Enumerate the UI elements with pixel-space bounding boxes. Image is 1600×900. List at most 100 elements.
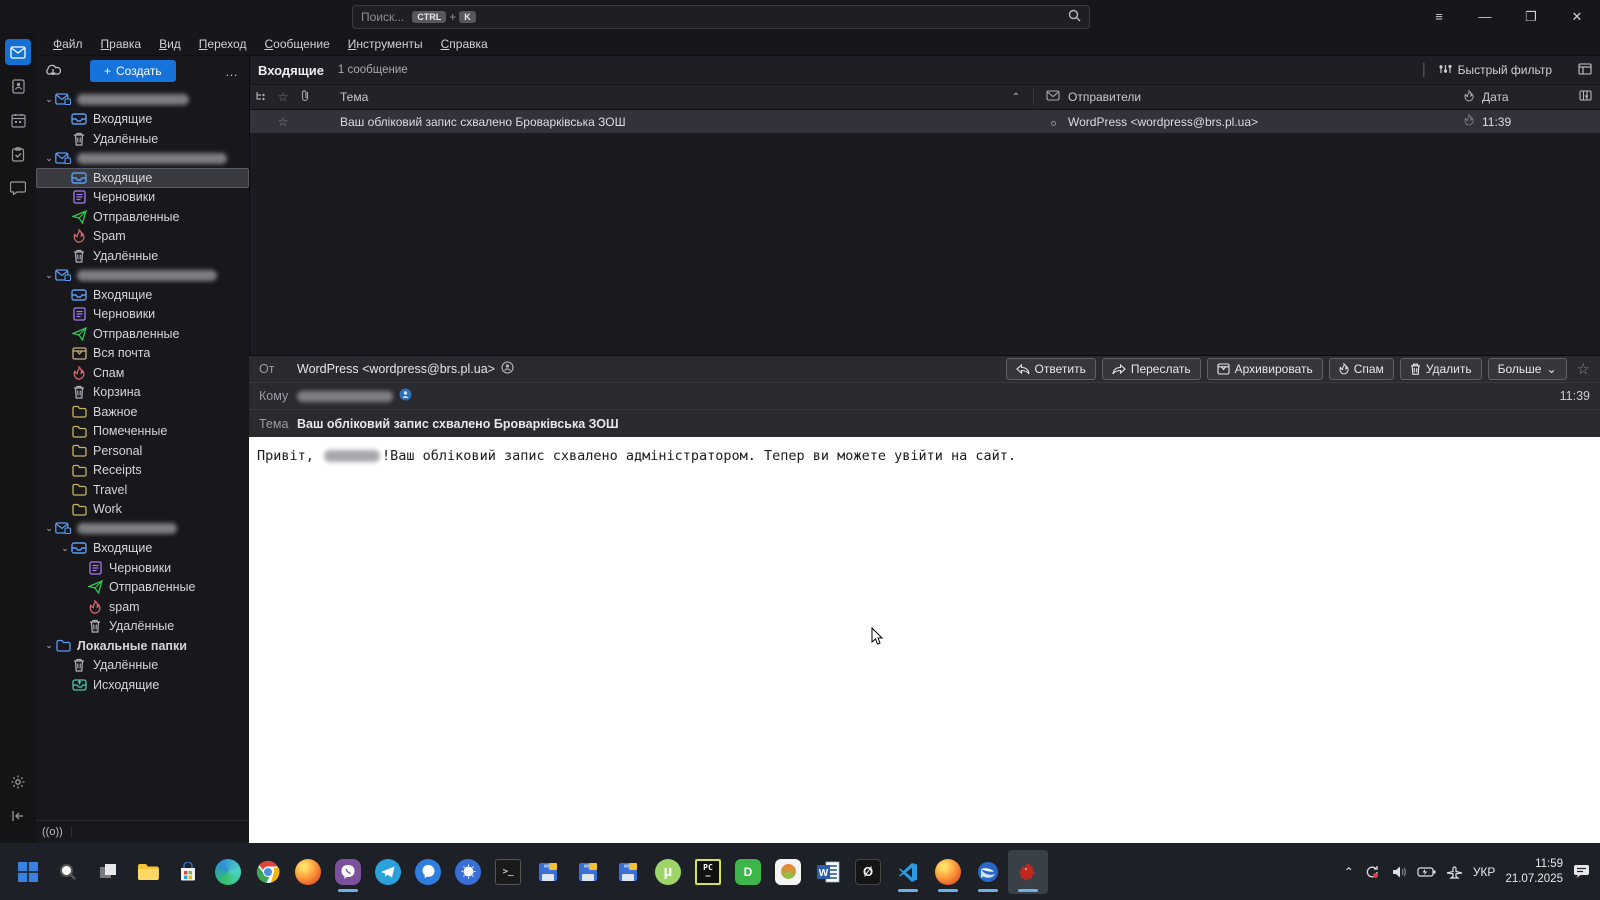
folder-row-personal[interactable]: Personal xyxy=(36,441,249,461)
reply-button[interactable]: Ответить xyxy=(1006,358,1096,380)
tray-update-icon[interactable] xyxy=(1364,864,1381,880)
read-status-column-icon[interactable] xyxy=(1038,90,1068,104)
taskbar-telegram[interactable] xyxy=(368,850,408,894)
taskbar-messenger[interactable] xyxy=(408,850,448,894)
folder-row-отправленные[interactable]: Отправленные xyxy=(36,207,249,227)
column-picker-icon[interactable] xyxy=(1570,90,1600,104)
sort-ascending-icon[interactable]: ⌃ xyxy=(1003,92,1029,103)
folder-row-входящие[interactable]: Входящие xyxy=(36,168,249,188)
taskbar-dart[interactable]: D xyxy=(728,850,768,894)
tray-notifications-icon[interactable] xyxy=(1573,864,1590,879)
folder-row-входящие[interactable]: Входящие xyxy=(36,110,249,130)
tray-clock[interactable]: 11:59 21.07.2025 xyxy=(1505,857,1563,887)
taskbar-red-plugin[interactable] xyxy=(1008,850,1048,894)
taskbar-start[interactable] xyxy=(8,850,48,894)
folder-row-спам[interactable]: Спам xyxy=(36,363,249,383)
chevron-down-icon[interactable]: ⌄ xyxy=(43,153,55,164)
folder-row-черновики[interactable]: Черновики xyxy=(36,558,249,578)
menu-файл[interactable]: Файл xyxy=(44,34,92,54)
taskbar-file-explorer[interactable] xyxy=(128,850,168,894)
thread-column-icon[interactable] xyxy=(250,90,272,105)
chat-tab-icon[interactable] xyxy=(5,175,31,201)
folder-row-локальные-папки[interactable]: ⌄Локальные папки xyxy=(36,636,249,656)
message-row[interactable]: ☆ Ваш обліковий запис схвалено Броварків… xyxy=(250,110,1600,133)
folder-row-удалённые[interactable]: Удалённые xyxy=(36,617,249,637)
folder-row-receipts[interactable]: Receipts xyxy=(36,461,249,481)
folder-row-помеченные[interactable]: Помеченные xyxy=(36,422,249,442)
taskbar-total-commander-3[interactable] xyxy=(608,850,648,894)
folder-row-travel[interactable]: Travel xyxy=(36,480,249,500)
more-button[interactable]: Больше⌄ xyxy=(1488,358,1567,380)
taskbar-edge[interactable] xyxy=(208,850,248,894)
message-header-star-icon[interactable]: ☆ xyxy=(1577,360,1590,378)
folder-row-корзина[interactable]: Корзина xyxy=(36,383,249,403)
date-column-header[interactable]: Дата xyxy=(1482,90,1570,104)
folder-row-черновики[interactable]: Черновики xyxy=(36,305,249,325)
chevron-down-icon[interactable]: ⌄ xyxy=(43,640,55,651)
taskbar-null-app[interactable]: Ø xyxy=(848,850,888,894)
folder-row-исходящие[interactable]: Исходящие xyxy=(36,675,249,695)
menu-справка[interactable]: Справка xyxy=(432,34,497,54)
tray-volume-icon[interactable] xyxy=(1391,865,1407,879)
taskbar-microsoft-store[interactable] xyxy=(168,850,208,894)
chevron-down-icon[interactable]: ⌄ xyxy=(43,523,55,534)
tray-chevron-up-icon[interactable]: ⌃ xyxy=(1344,865,1354,879)
chevron-down-icon[interactable]: ⌄ xyxy=(43,94,55,105)
menu-инструменты[interactable]: Инструменты xyxy=(339,34,432,54)
folder-row-отправленные[interactable]: Отправленные xyxy=(36,324,249,344)
from-value[interactable]: WordPress <wordpress@brs.pl.ua> xyxy=(297,362,495,376)
spam-column-icon[interactable] xyxy=(1456,90,1482,105)
message-list-display-options-icon[interactable] xyxy=(1578,63,1592,78)
folder-pane-options-button[interactable]: … xyxy=(221,64,243,79)
folder-row-отправленные[interactable]: Отправленные xyxy=(36,578,249,598)
new-message-button[interactable]: + Создать xyxy=(90,60,176,82)
tray-battery-icon[interactable] xyxy=(1417,866,1436,878)
forward-button[interactable]: Переслать xyxy=(1102,358,1201,380)
menu-правка[interactable]: Правка xyxy=(92,34,151,54)
mail-tab-icon[interactable] xyxy=(5,39,31,65)
close-button[interactable]: ✕ xyxy=(1554,0,1600,33)
add-contact-icon[interactable] xyxy=(501,361,514,377)
cloud-download-icon[interactable] xyxy=(44,63,62,80)
delete-button[interactable]: Удалить xyxy=(1400,358,1482,380)
maximize-button[interactable]: ❐ xyxy=(1508,0,1554,33)
global-search-input[interactable]: Поиск... CTRL + K xyxy=(352,5,1090,29)
menu-переход[interactable]: Переход xyxy=(190,34,256,54)
message-spam-icon[interactable] xyxy=(1456,114,1482,129)
folder-row-важное[interactable]: Важное xyxy=(36,402,249,422)
taskbar-search[interactable] xyxy=(48,850,88,894)
taskbar-browser-orange[interactable] xyxy=(768,850,808,894)
taskbar-viber[interactable] xyxy=(328,850,368,894)
contact-icon[interactable] xyxy=(399,388,412,404)
taskbar-total-commander-2[interactable] xyxy=(568,850,608,894)
folder-row-вся-почта[interactable]: Вся почта xyxy=(36,344,249,364)
taskbar-terminal[interactable]: >_ xyxy=(488,850,528,894)
quick-filter-button[interactable]: Быстрый фильтр xyxy=(1458,63,1552,77)
folder-row-удалённые[interactable]: Удалённые xyxy=(36,246,249,266)
taskbar-firefox-2[interactable] xyxy=(928,850,968,894)
folder-row-account[interactable]: ⌄ xyxy=(36,149,249,169)
subject-column-header[interactable]: Тема xyxy=(316,90,1003,104)
tray-network-icon[interactable] xyxy=(1446,865,1463,879)
attachment-column-icon[interactable] xyxy=(294,89,316,105)
collapse-icon[interactable] xyxy=(5,803,31,829)
folder-row-spam[interactable]: Spam xyxy=(36,227,249,247)
folder-row-account[interactable]: ⌄ xyxy=(36,90,249,110)
star-column-icon[interactable]: ☆ xyxy=(272,90,294,104)
taskbar-word[interactable]: W xyxy=(808,850,848,894)
tray-language-indicator[interactable]: УКР xyxy=(1473,865,1496,879)
message-star-icon[interactable]: ☆ xyxy=(272,115,294,129)
taskbar-thunderbird[interactable] xyxy=(968,850,1008,894)
taskbar-task-view[interactable] xyxy=(88,850,128,894)
folder-row-work[interactable]: Work xyxy=(36,500,249,520)
chevron-down-icon[interactable]: ⌄ xyxy=(59,543,71,554)
archive-button[interactable]: Архивировать xyxy=(1207,358,1323,380)
settings-icon[interactable] xyxy=(5,769,31,795)
chevron-down-icon[interactable]: ⌄ xyxy=(43,270,55,281)
message-body[interactable]: Привіт, !Ваш обліковий запис схвалено ад… xyxy=(249,437,1600,843)
read-status-dot[interactable] xyxy=(1038,115,1068,129)
folder-row-черновики[interactable]: Черновики xyxy=(36,188,249,208)
folder-row-spam[interactable]: spam xyxy=(36,597,249,617)
taskbar-firefox[interactable] xyxy=(288,850,328,894)
tasks-tab-icon[interactable] xyxy=(5,141,31,167)
